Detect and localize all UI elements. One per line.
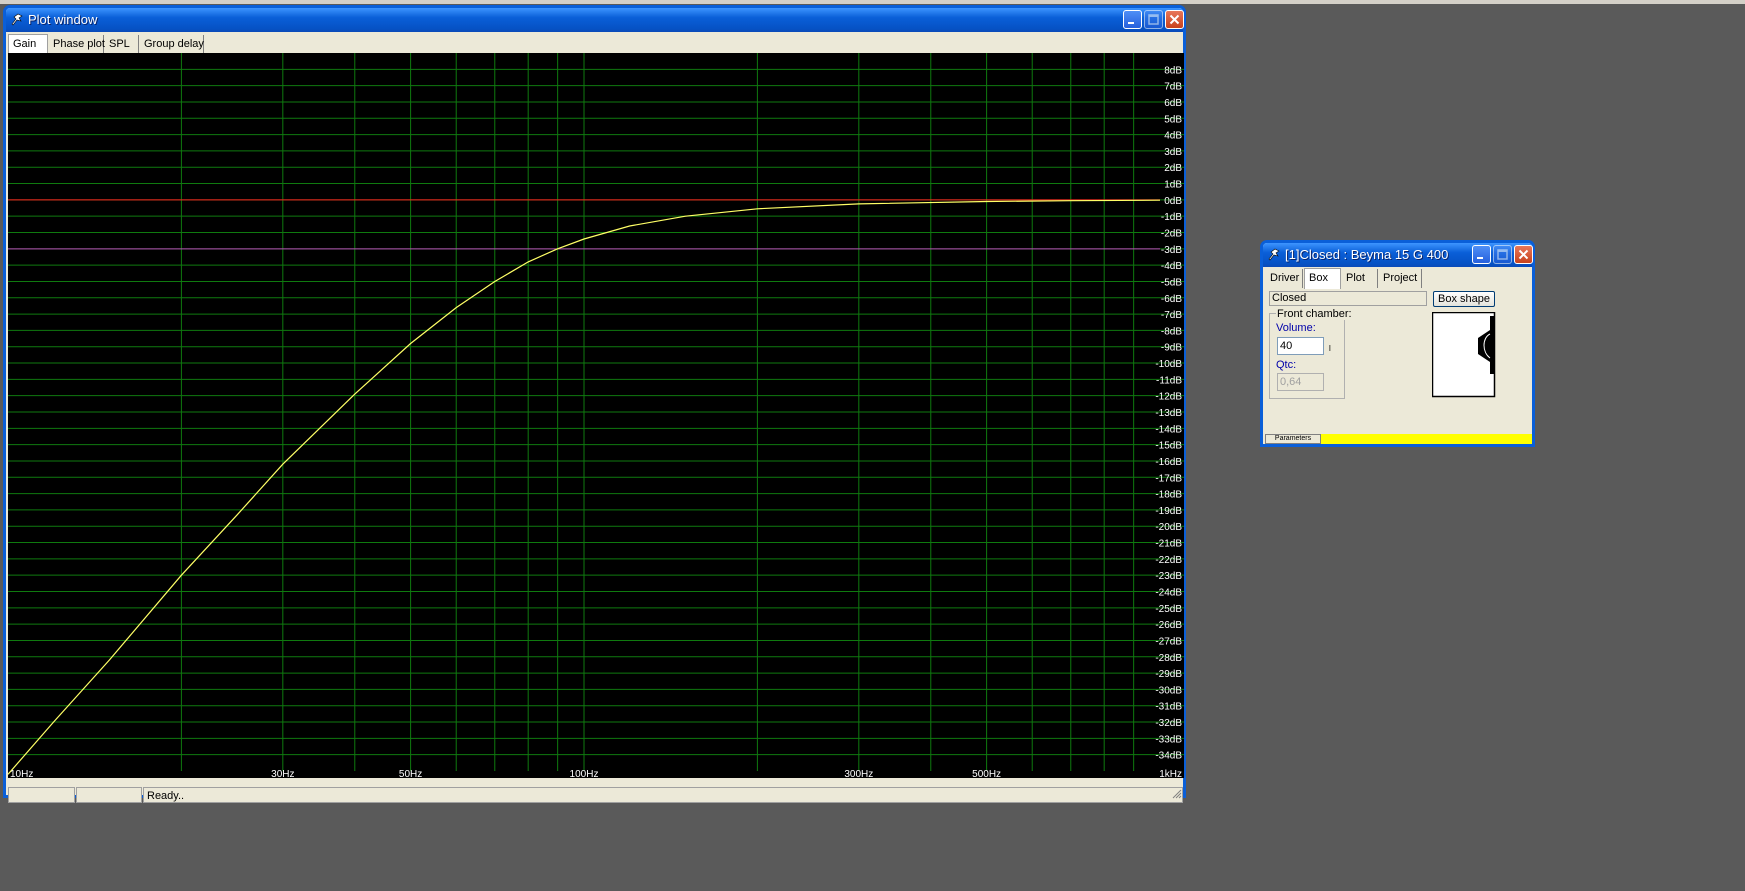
y-tick-label: 5dB <box>1164 114 1182 125</box>
y-tick-label: -25dB <box>1155 604 1182 615</box>
tab-driver[interactable]: Driver <box>1266 269 1303 288</box>
tab-spl[interactable]: SPL <box>105 35 139 54</box>
desktop-top-strip <box>0 0 1745 4</box>
x-tick-label: 10Hz <box>10 769 33 778</box>
y-tick-label: -3dB <box>1161 245 1182 256</box>
x-tick-label: 1kHz <box>1159 769 1182 778</box>
status-cell-2 <box>76 787 142 803</box>
qtc-field: 0,64 <box>1277 373 1324 391</box>
x-tick-label: 100Hz <box>570 769 599 778</box>
status-cell-1 <box>8 787 75 803</box>
y-tick-label: 8dB <box>1164 65 1182 76</box>
maximize-button[interactable] <box>1493 245 1512 264</box>
y-tick-label: -15dB <box>1155 441 1182 452</box>
y-tick-label: 3dB <box>1164 147 1182 158</box>
y-tick-label: -21dB <box>1155 539 1182 550</box>
parameters-tab[interactable]: Parameters <box>1265 434 1321 444</box>
box-type-field[interactable]: Closed <box>1269 291 1427 306</box>
resize-grip-icon[interactable] <box>1172 789 1182 799</box>
close-icon <box>1518 249 1529 260</box>
tab-gain[interactable]: Gain <box>8 34 48 55</box>
y-tick-label: -30dB <box>1155 685 1182 696</box>
y-tick-label: -13dB <box>1155 408 1182 419</box>
plot-window-titlebar[interactable]: Plot window <box>6 8 1184 32</box>
y-tick-label: 7dB <box>1164 82 1182 93</box>
volume-unit-label: l <box>1329 344 1331 353</box>
y-tick-label: -20dB <box>1155 522 1182 533</box>
x-tick-label: 30Hz <box>271 769 294 778</box>
speaker-app-icon <box>11 13 23 26</box>
tab-group-delay[interactable]: Group delay <box>140 35 204 54</box>
tab-phase-plot[interactable]: Phase plot <box>49 35 105 54</box>
y-tick-label: 4dB <box>1164 131 1182 142</box>
x-tick-label: 500Hz <box>972 769 1001 778</box>
y-tick-label: -34dB <box>1155 751 1182 762</box>
plot-window-title: Plot window <box>28 12 98 27</box>
y-tick-label: -24dB <box>1155 588 1182 599</box>
box-window-title: [1]Closed : Beyma 15 G 400 <box>1285 247 1449 262</box>
close-icon <box>1169 14 1180 25</box>
qtc-label: Qtc: <box>1276 359 1297 371</box>
y-tick-label: -11dB <box>1156 375 1182 386</box>
y-tick-label: 6dB <box>1164 98 1182 109</box>
close-button[interactable] <box>1165 10 1184 29</box>
box-shape-preview-icon[interactable] <box>1432 312 1496 398</box>
y-tick-label: -8dB <box>1161 326 1182 337</box>
close-button[interactable] <box>1514 245 1533 264</box>
minimize-icon <box>1477 257 1483 259</box>
x-tick-label: 50Hz <box>399 769 422 778</box>
status-text: Ready.. <box>143 787 1183 803</box>
maximize-icon <box>1148 14 1159 25</box>
y-tick-label: -1dB <box>1161 212 1182 223</box>
y-tick-label: -17dB <box>1155 473 1182 484</box>
maximize-button[interactable] <box>1144 10 1163 29</box>
y-tick-label: -32dB <box>1155 718 1182 729</box>
y-tick-label: 2dB <box>1164 163 1182 174</box>
volume-label: Volume: <box>1276 322 1316 334</box>
y-tick-label: -22dB <box>1155 555 1182 566</box>
x-tick-label: 300Hz <box>844 769 873 778</box>
y-tick-label: -29dB <box>1155 669 1182 680</box>
y-tick-label: -19dB <box>1155 506 1182 517</box>
y-tick-label: -4dB <box>1161 261 1182 272</box>
y-tick-label: -10dB <box>1155 359 1182 370</box>
y-tick-label: 0dB <box>1164 196 1182 207</box>
maximize-icon <box>1497 249 1508 260</box>
y-tick-label: -2dB <box>1161 229 1182 240</box>
y-tick-label: -18dB <box>1155 490 1182 501</box>
y-tick-label: -7dB <box>1161 310 1182 321</box>
y-tick-label: -27dB <box>1155 636 1182 647</box>
volume-input[interactable] <box>1277 337 1324 355</box>
y-tick-label: -23dB <box>1155 571 1182 582</box>
y-tick-label: -31dB <box>1155 702 1182 713</box>
speaker-app-icon <box>1268 248 1280 261</box>
parameters-status-bar <box>1321 434 1532 444</box>
y-tick-label: -26dB <box>1155 620 1182 631</box>
tab-plot[interactable]: Plot <box>1342 269 1378 288</box>
front-chamber-label: Front chamber: <box>1276 308 1353 320</box>
plot-window: Plot window Gain Phase plot SPL Group de… <box>3 5 1186 803</box>
y-tick-label: -12dB <box>1155 392 1182 403</box>
y-tick-label: 1dB <box>1164 180 1182 191</box>
y-tick-label: -6dB <box>1161 294 1182 305</box>
minimize-icon <box>1128 22 1134 24</box>
y-tick-label: -33dB <box>1155 734 1182 745</box>
y-tick-label: -16dB <box>1155 457 1182 468</box>
y-tick-label: -14dB <box>1155 424 1182 435</box>
tab-project[interactable]: Project <box>1379 269 1422 288</box>
box-window: [1]Closed : Beyma 15 G 400 Driver Box Pl… <box>1260 240 1535 447</box>
minimize-button[interactable] <box>1472 245 1491 264</box>
y-tick-label: -9dB <box>1161 343 1182 354</box>
gain-plot[interactable]: 8dB 7dB 6dB 5dB 4dB 3dB 2dB 1dB 0dB -1dB -2dB -3dB -… <box>8 53 1184 778</box>
box-window-titlebar[interactable]: [1]Closed : Beyma 15 G 400 <box>1263 243 1533 267</box>
gain-chart-svg: 8dB 7dB 6dB 5dB 4dB 3dB 2dB 1dB 0dB -1dB -2dB -3dB -… <box>8 53 1184 778</box>
box-tabs: Driver Box Plot Project <box>1263 268 1532 289</box>
y-tick-label: -5dB <box>1161 277 1182 288</box>
minimize-button[interactable] <box>1123 10 1142 29</box>
box-shape-button[interactable]: Box shape <box>1433 291 1495 307</box>
tab-box[interactable]: Box <box>1304 268 1341 289</box>
y-tick-label: -28dB <box>1155 653 1182 664</box>
plot-tabs: Gain Phase plot SPL Group delay <box>6 34 1183 55</box>
